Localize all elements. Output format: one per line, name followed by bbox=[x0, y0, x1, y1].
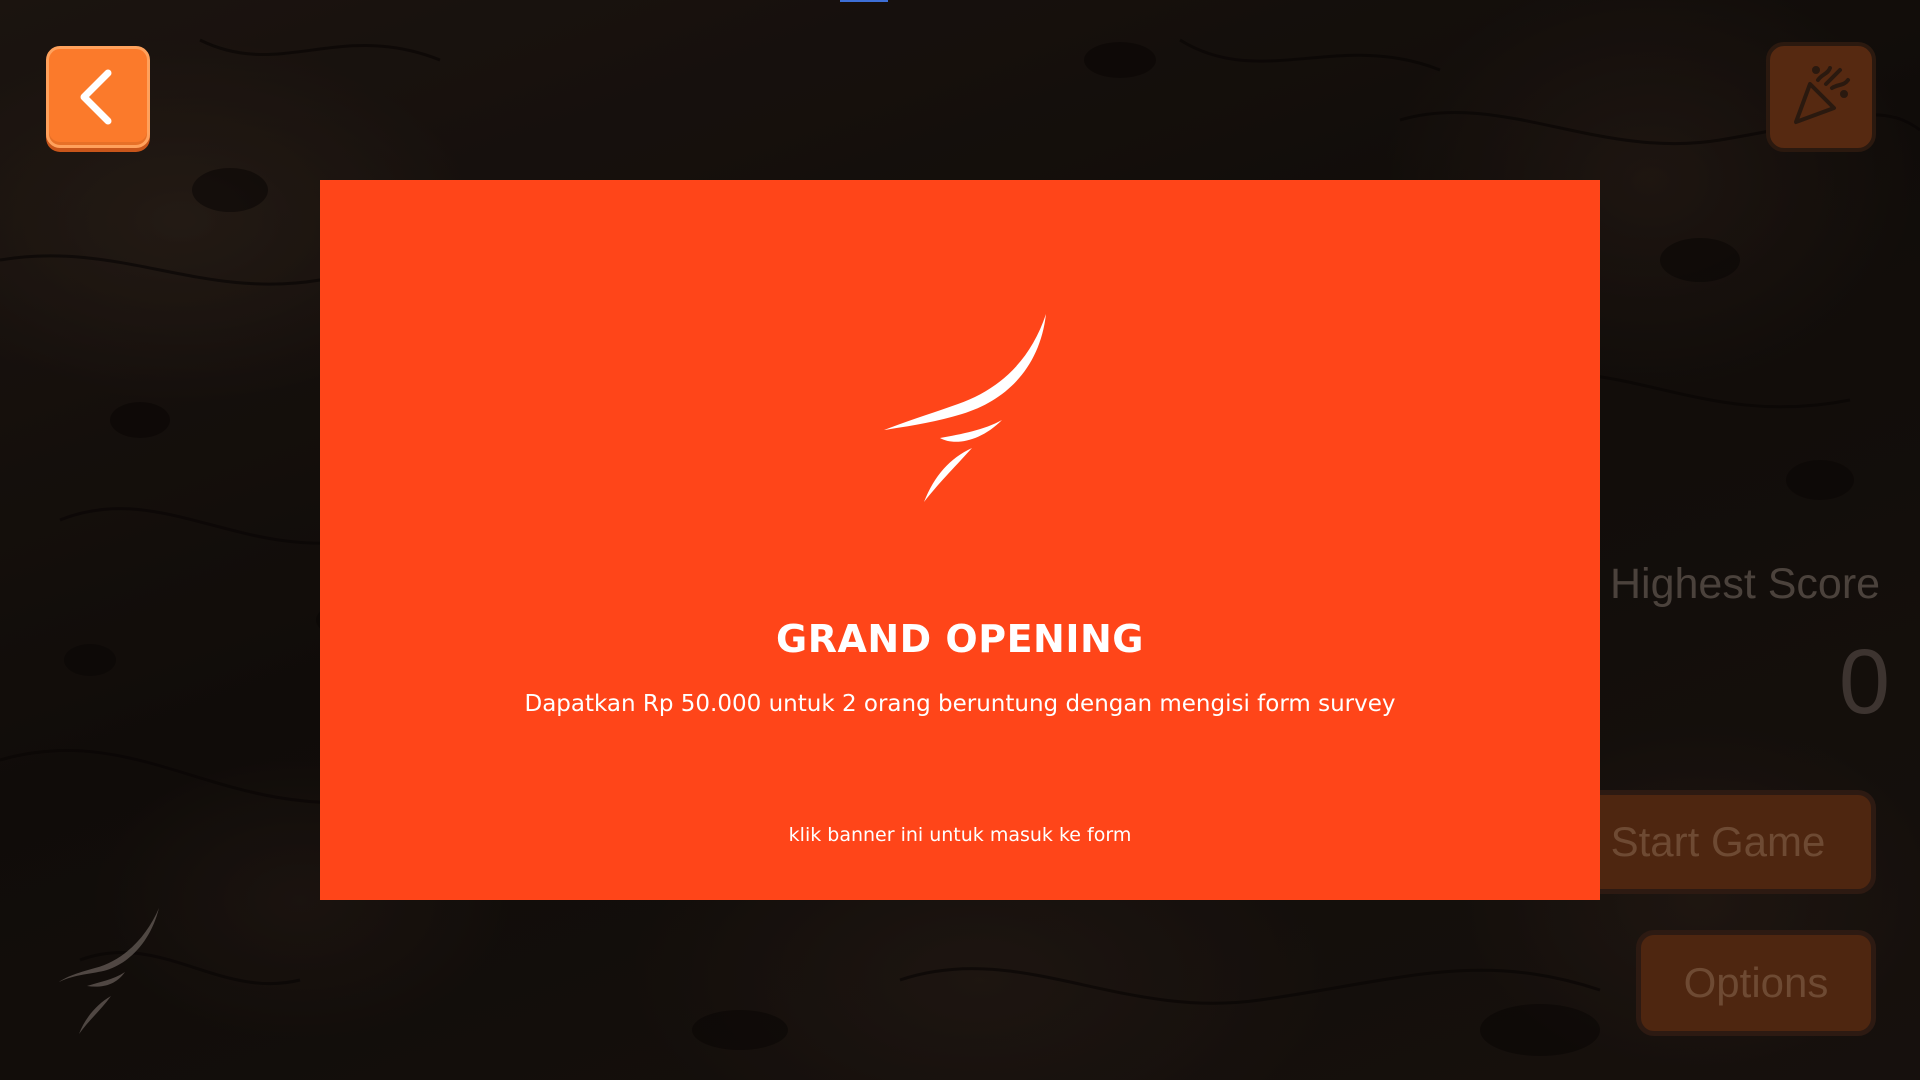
highest-score-value: 0 bbox=[1838, 631, 1890, 733]
party-popper-icon bbox=[1794, 66, 1850, 124]
top-status-indicator bbox=[840, 0, 888, 2]
highest-score-label: Highest Score bbox=[1610, 560, 1881, 608]
start-game-button[interactable]: Start Game bbox=[1560, 790, 1876, 894]
grand-opening-banner[interactable]: GRAND OPENING Dapatkan Rp 50.000 untuk 2… bbox=[320, 180, 1600, 900]
celebrate-button[interactable] bbox=[1766, 42, 1876, 152]
options-button[interactable]: Options bbox=[1636, 930, 1876, 1036]
chevron-left-icon bbox=[80, 69, 112, 125]
banner-description: Dapatkan Rp 50.000 untuk 2 orang beruntu… bbox=[524, 691, 1396, 717]
claw-mark-logo bbox=[59, 908, 159, 1034]
banner-cta-text: klik banner ini untuk masuk ke form bbox=[788, 824, 1132, 846]
claw-mark-logo bbox=[884, 314, 1046, 502]
banner-title: GRAND OPENING bbox=[776, 617, 1144, 661]
back-button[interactable] bbox=[46, 46, 150, 148]
